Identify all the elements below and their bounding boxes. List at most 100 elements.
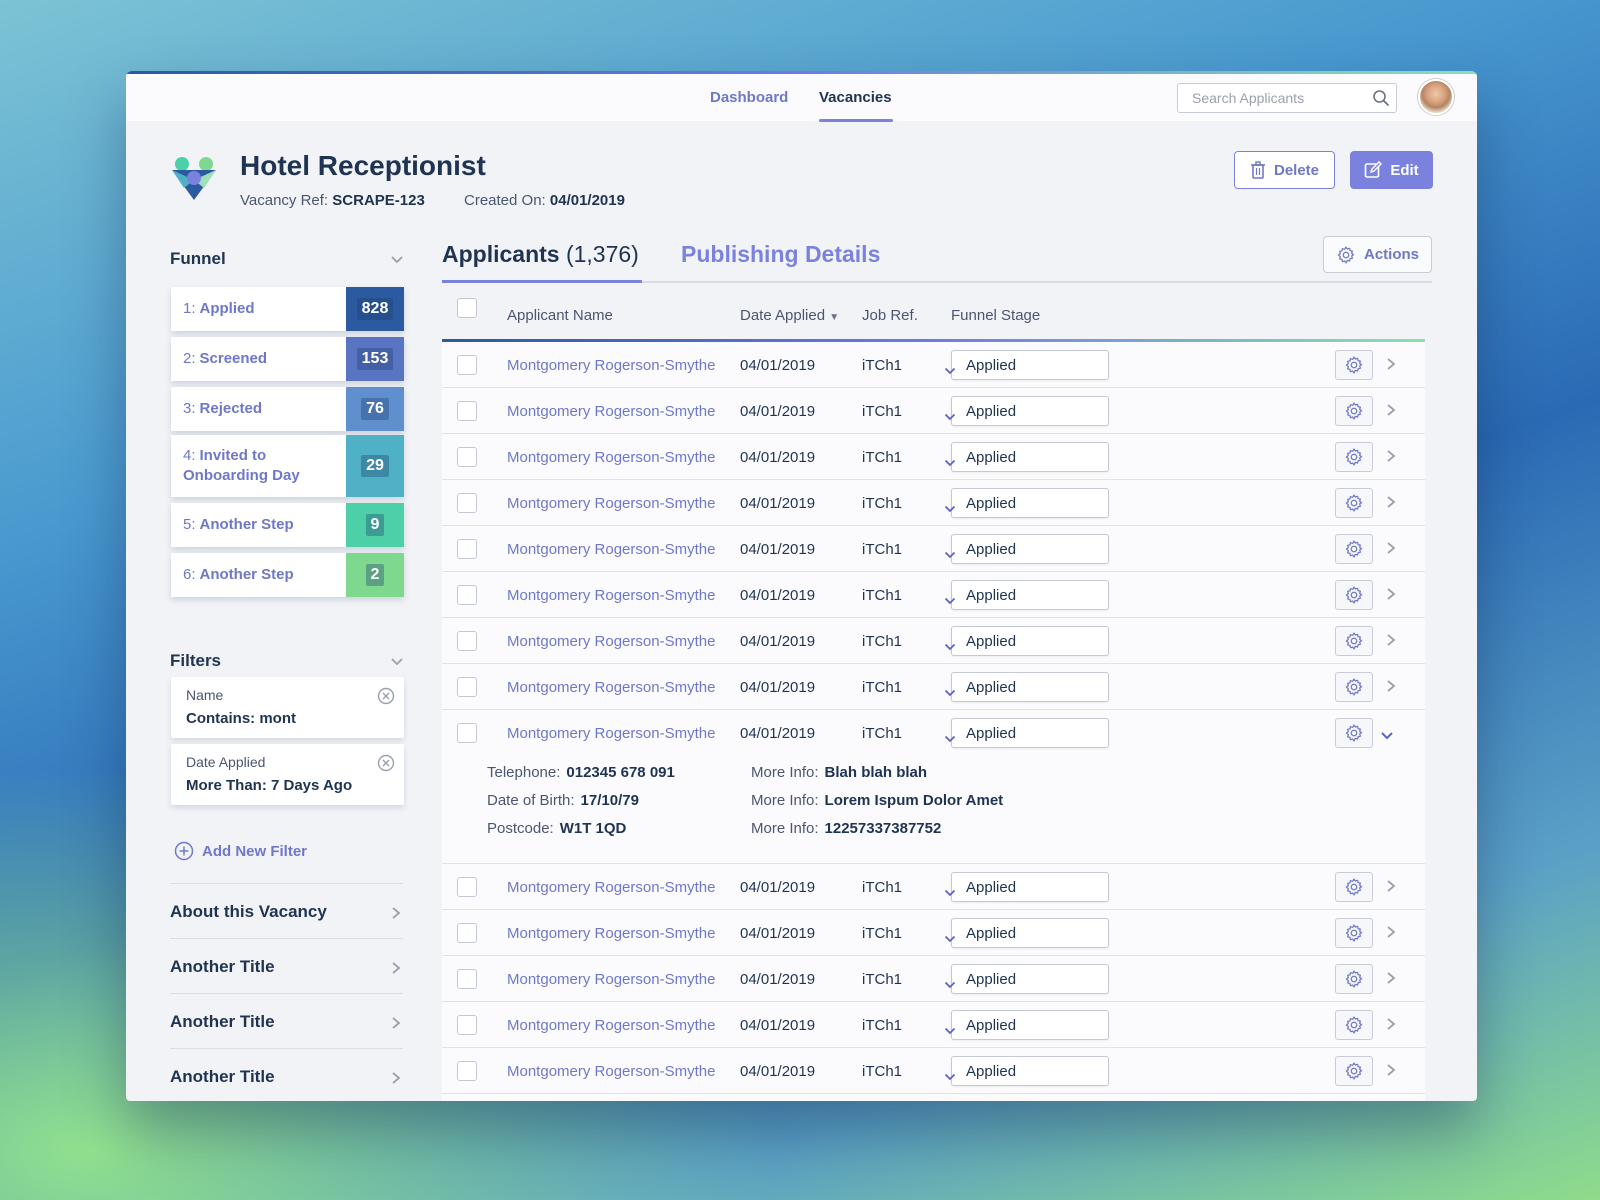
applicant-name-link[interactable]: Montgomery Rogerson-Smythe <box>507 403 715 420</box>
applicant-name-link[interactable]: Montgomery Rogerson-Smythe <box>507 725 715 742</box>
remove-filter-icon[interactable] <box>377 754 395 772</box>
row-checkbox[interactable] <box>457 447 477 467</box>
remove-filter-icon[interactable] <box>377 687 395 705</box>
row-checkbox[interactable] <box>457 355 477 375</box>
funnel-stage-select[interactable]: Applied <box>944 350 1109 380</box>
col-applicant-name[interactable]: Applicant Name <box>507 307 613 324</box>
expand-row-chevron-icon[interactable] <box>1386 357 1396 376</box>
funnel-stage-select[interactable]: Applied <box>944 396 1109 426</box>
row-checkbox[interactable] <box>457 401 477 421</box>
sidebar-section[interactable]: Another Title <box>170 938 403 993</box>
search-icon[interactable] <box>1372 89 1390 107</box>
funnel-stage-select[interactable]: Applied <box>944 672 1109 702</box>
table-row[interactable]: Montgomery Rogerson-Smythe 04/01/2019 iTCh… <box>442 910 1425 956</box>
applicant-name-link[interactable]: Montgomery Rogerson-Smythe <box>507 1063 715 1080</box>
funnel-stage-select[interactable]: Applied <box>944 1010 1109 1040</box>
col-funnel-stage[interactable]: Funnel Stage <box>951 307 1040 324</box>
user-avatar[interactable] <box>1418 79 1454 115</box>
row-settings-button[interactable] <box>1335 580 1373 610</box>
funnel-stage-select[interactable]: Applied <box>944 442 1109 472</box>
row-checkbox[interactable] <box>457 585 477 605</box>
funnel-stage-select[interactable]: Applied <box>944 626 1109 656</box>
col-job-ref[interactable]: Job Ref. <box>862 307 918 324</box>
table-row[interactable]: Montgomery Rogerson-Smythe 04/01/2019 iTCh… <box>442 388 1425 434</box>
table-row[interactable]: Montgomery Rogerson-Smythe 04/01/2019 iTCh… <box>442 618 1425 664</box>
row-checkbox[interactable] <box>457 877 477 897</box>
funnel-stage-select[interactable]: Applied <box>944 872 1109 902</box>
row-checkbox[interactable] <box>457 631 477 651</box>
row-checkbox[interactable] <box>457 493 477 513</box>
applicant-name-link[interactable]: Montgomery Rogerson-Smythe <box>507 633 715 650</box>
applicant-name-link[interactable]: Montgomery Rogerson-Smythe <box>507 587 715 604</box>
applicant-name-link[interactable]: Montgomery Rogerson-Smythe <box>507 679 715 696</box>
collapse-row-chevron-icon[interactable] <box>1380 728 1394 746</box>
table-row[interactable]: Montgomery Rogerson-Smythe 04/01/2019 iTCh… <box>442 480 1425 526</box>
table-row[interactable]: Montgomery Rogerson-Smythe 04/01/2019 iTCh… <box>442 710 1425 756</box>
row-checkbox[interactable] <box>457 723 477 743</box>
tab-publishing-details[interactable]: Publishing Details <box>681 241 880 268</box>
funnel-stage-select[interactable]: Applied <box>944 488 1109 518</box>
expand-row-chevron-icon[interactable] <box>1386 971 1396 990</box>
expand-row-chevron-icon[interactable] <box>1386 541 1396 560</box>
funnel-stage-select[interactable]: Applied <box>944 580 1109 610</box>
expand-row-chevron-icon[interactable] <box>1386 679 1396 698</box>
row-settings-button[interactable] <box>1335 718 1373 748</box>
search-input[interactable] <box>1192 90 1372 106</box>
applicant-name-link[interactable]: Montgomery Rogerson-Smythe <box>507 541 715 558</box>
sidebar-section[interactable]: About this Vacancy <box>170 883 403 938</box>
actions-button[interactable]: Actions <box>1323 236 1432 273</box>
expand-row-chevron-icon[interactable] <box>1386 1063 1396 1082</box>
row-checkbox[interactable] <box>457 969 477 989</box>
row-settings-button[interactable] <box>1335 626 1373 656</box>
funnel-item[interactable]: 4: Invited to Onboarding Day 29 <box>171 435 404 497</box>
filters-collapse-chevron-icon[interactable] <box>390 657 404 667</box>
row-settings-button[interactable] <box>1335 488 1373 518</box>
applicant-name-link[interactable]: Montgomery Rogerson-Smythe <box>507 925 715 942</box>
applicant-name-link[interactable]: Montgomery Rogerson-Smythe <box>507 357 715 374</box>
tab-applicants[interactable]: Applicants (1,376) <box>442 241 639 268</box>
table-row[interactable]: Montgomery Rogerson-Smythe 04/01/2019 iTCh… <box>442 434 1425 480</box>
applicant-name-link[interactable]: Montgomery Rogerson-Smythe <box>507 971 715 988</box>
row-settings-button[interactable] <box>1335 872 1373 902</box>
funnel-item[interactable]: 1: Applied 828 <box>171 287 404 331</box>
sidebar-section[interactable]: Another Title <box>170 993 403 1048</box>
row-settings-button[interactable] <box>1335 964 1373 994</box>
row-settings-button[interactable] <box>1335 1010 1373 1040</box>
row-settings-button[interactable] <box>1335 442 1373 472</box>
sidebar-section[interactable]: Another Title <box>170 1048 403 1101</box>
row-settings-button[interactable] <box>1335 1056 1373 1086</box>
expand-row-chevron-icon[interactable] <box>1386 633 1396 652</box>
table-row[interactable]: Montgomery Rogerson-Smythe 04/01/2019 iTCh… <box>442 526 1425 572</box>
table-row[interactable]: Montgomery Rogerson-Smythe 04/01/2019 iTCh… <box>442 572 1425 618</box>
expand-row-chevron-icon[interactable] <box>1386 1017 1396 1036</box>
applicant-name-link[interactable]: Montgomery Rogerson-Smythe <box>507 495 715 512</box>
row-checkbox[interactable] <box>457 923 477 943</box>
row-settings-button[interactable] <box>1335 396 1373 426</box>
nav-dashboard[interactable]: Dashboard <box>710 89 788 106</box>
expand-row-chevron-icon[interactable] <box>1386 449 1396 468</box>
expand-row-chevron-icon[interactable] <box>1386 403 1396 422</box>
delete-button[interactable]: Delete <box>1234 151 1335 189</box>
funnel-item[interactable]: 2: Screened 153 <box>171 337 404 381</box>
funnel-stage-select[interactable]: Applied <box>944 718 1109 748</box>
row-settings-button[interactable] <box>1335 918 1373 948</box>
table-row[interactable]: Montgomery Rogerson-Smythe 04/01/2019 iTCh… <box>442 342 1425 388</box>
row-settings-button[interactable] <box>1335 672 1373 702</box>
expand-row-chevron-icon[interactable] <box>1386 495 1396 514</box>
table-row[interactable]: Montgomery Rogerson-Smythe 04/01/2019 iTCh… <box>442 956 1425 1002</box>
select-all-checkbox[interactable] <box>457 298 477 318</box>
expand-row-chevron-icon[interactable] <box>1386 925 1396 944</box>
funnel-item[interactable]: 5: Another Step 9 <box>171 503 404 547</box>
row-checkbox[interactable] <box>457 539 477 559</box>
applicant-name-link[interactable]: Montgomery Rogerson-Smythe <box>507 449 715 466</box>
add-new-filter-button[interactable]: Add New Filter <box>174 841 307 861</box>
funnel-item[interactable]: 3: Rejected 76 <box>171 387 404 431</box>
funnel-stage-select[interactable]: Applied <box>944 534 1109 564</box>
funnel-stage-select[interactable]: Applied <box>944 1056 1109 1086</box>
funnel-stage-select[interactable]: Applied <box>944 964 1109 994</box>
applicant-name-link[interactable]: Montgomery Rogerson-Smythe <box>507 879 715 896</box>
table-row[interactable]: Montgomery Rogerson-Smythe 04/01/2019 iTCh… <box>442 1002 1425 1048</box>
row-settings-button[interactable] <box>1335 350 1373 380</box>
table-row[interactable]: Montgomery Rogerson-Smythe 04/01/2019 iTCh… <box>442 1048 1425 1094</box>
row-checkbox[interactable] <box>457 1061 477 1081</box>
